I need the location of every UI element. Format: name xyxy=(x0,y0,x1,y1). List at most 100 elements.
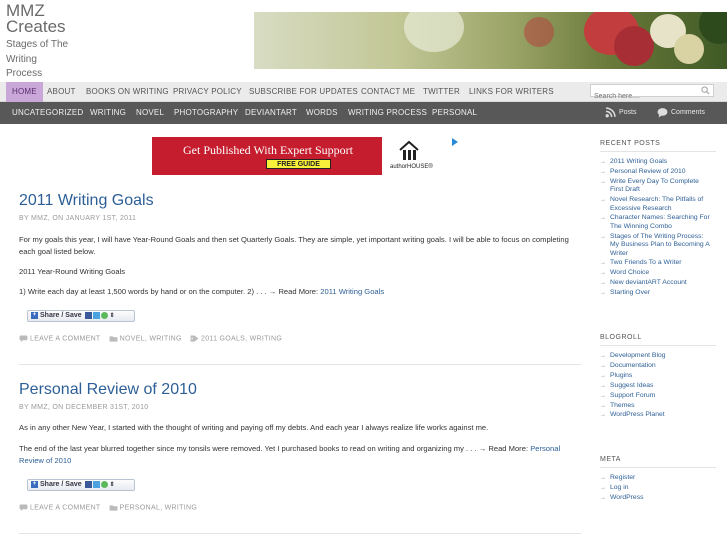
cat-uncategorized[interactable]: UNCATEGORIZED xyxy=(12,102,83,124)
cat-photography[interactable]: PHOTOGRAPHY xyxy=(174,102,238,124)
twitter-icon xyxy=(92,480,100,488)
nav-links-for-writers[interactable]: LINKS FOR WRITERS xyxy=(469,82,554,102)
leave-comment-link[interactable]: LEAVE A COMMENT xyxy=(30,504,100,511)
site-header: MMZ Creates Stages of The Writing Proces… xyxy=(6,2,116,82)
ad-brand: authorHOUSE® xyxy=(390,164,433,170)
arrow-icon: → xyxy=(600,290,606,297)
meta-link-register[interactable]: → Register xyxy=(600,474,710,482)
nav-twitter[interactable]: TWITTER xyxy=(423,82,460,102)
search-icon[interactable] xyxy=(701,86,710,95)
site-desc-line2: Writing xyxy=(6,53,37,65)
updown-icon: ⇕ xyxy=(109,482,115,488)
nav-contact-me[interactable]: CONTACT ME xyxy=(361,82,415,102)
comment-icon xyxy=(19,335,28,342)
cat-writing[interactable]: WRITING xyxy=(90,102,126,124)
search-input[interactable] xyxy=(591,91,699,102)
recent-posts-list: → 2011 Writing Goals → Personal Review of … xyxy=(600,158,710,299)
site-description: Stages of The Writing Process xyxy=(6,38,116,82)
blogroll-link[interactable]: → Documentation xyxy=(600,362,710,370)
site-name-line2[interactable]: Creates xyxy=(6,18,116,35)
blogroll-link[interactable]: → Development Blog xyxy=(600,352,710,360)
share-save-button[interactable]: + Share / Save ⇕ xyxy=(27,479,135,491)
recent-post-link[interactable]: → 2011 Writing Goals xyxy=(600,158,710,166)
nav-privacy-policy[interactable]: PRIVACY POLICY xyxy=(173,82,242,102)
meta-list: → Register → Log in → WordPress xyxy=(600,474,710,504)
post-paragraph: For my goals this year, I will have Year… xyxy=(19,235,569,256)
post-tags[interactable]: 2011 GOALS, WRITING xyxy=(201,335,282,342)
recent-post-link[interactable]: → Stages of The Writing Process: My Busin… xyxy=(600,233,710,258)
comment-icon xyxy=(19,504,28,511)
facebook-icon xyxy=(84,480,92,488)
posts-feed-label: Posts xyxy=(619,109,637,116)
meta-link-login[interactable]: → Log in xyxy=(600,484,710,492)
blogroll-list: → Development Blog → Documentation → Plugin… xyxy=(600,352,710,421)
post-divider xyxy=(19,364,581,365)
read-more-link[interactable]: 2011 Writing Goals xyxy=(320,287,384,296)
cat-writing-process[interactable]: WRITING PROCESS xyxy=(348,102,427,124)
post-categories[interactable]: PERSONAL, WRITING xyxy=(120,504,197,511)
blogroll-link[interactable]: → Support Forum xyxy=(600,392,710,400)
recent-post-link[interactable]: → Starting Over xyxy=(600,289,710,297)
arrow-icon: → xyxy=(600,475,606,481)
share-label: Share / Save xyxy=(40,481,82,488)
post-paragraph: 2011 Year-Round Writing Goals xyxy=(19,267,126,276)
recent-post-link[interactable]: → New deviantART Account xyxy=(600,279,710,287)
blogroll-link[interactable]: → Plugins xyxy=(600,372,710,380)
arrow-icon: → xyxy=(600,392,606,399)
recent-post-link[interactable]: → Novel Research: The Pitfalls of Excessi… xyxy=(600,196,710,213)
share-save-button[interactable]: + Share / Save ⇕ xyxy=(27,310,135,322)
arrow-icon: → xyxy=(600,353,606,359)
posts-feed-link[interactable]: Posts xyxy=(605,105,637,121)
share-icon xyxy=(100,480,108,488)
post-footer: LEAVE A COMMENT PERSONAL, WRITING xyxy=(19,504,197,511)
plus-icon: + xyxy=(31,311,38,319)
cat-words[interactable]: WORDS xyxy=(306,102,338,124)
comments-feed-link[interactable]: Comments xyxy=(657,105,705,121)
recent-post-link[interactable]: → Word Choice xyxy=(600,269,710,277)
blogroll-link[interactable]: → Themes xyxy=(600,402,710,410)
nav-books-on-writing[interactable]: BOOKS ON WRITING xyxy=(86,82,169,102)
post-paragraph: As in any other New Year, I started with… xyxy=(19,423,489,432)
sidebar-divider xyxy=(600,151,716,152)
post-excerpt: 1) Write each day at least 1,500 words b… xyxy=(19,286,581,298)
blogroll-heading: BLOGROLL xyxy=(600,334,642,341)
arrow-icon: → xyxy=(600,197,606,204)
ad-choices-icon[interactable] xyxy=(451,138,459,146)
arrow-icon: → xyxy=(600,494,606,501)
nav-about[interactable]: ABOUT xyxy=(47,82,76,102)
excerpt-text: The end of the last year blurred togethe… xyxy=(19,444,529,453)
arrow-icon: → xyxy=(600,233,606,240)
site-desc-line3: Process xyxy=(6,68,43,79)
nav-home[interactable]: HOME xyxy=(6,82,43,102)
cat-novel[interactable]: NOVEL xyxy=(136,102,164,124)
recent-post-link[interactable]: → Two Friends To a Writer xyxy=(600,259,710,267)
post-meta: BY MMZ, ON DECEMBER 31ST, 2010 xyxy=(19,404,149,411)
recent-post-link[interactable]: → Personal Review of 2010 xyxy=(600,168,710,176)
arrow-icon: → xyxy=(600,402,606,409)
arrow-icon: → xyxy=(600,178,606,185)
house-logo-icon xyxy=(399,140,419,160)
nav-subscribe[interactable]: SUBSCRIBE FOR UPDATES xyxy=(249,82,358,102)
arrow-icon: → xyxy=(600,168,606,175)
meta-link-wordpress[interactable]: → WordPress xyxy=(600,494,710,502)
blogroll-link[interactable]: → Suggest Ideas xyxy=(600,382,710,390)
blogroll-link[interactable]: → WordPress Planet xyxy=(600,411,710,419)
site-name[interactable]: MMZ Creates xyxy=(6,2,116,35)
arrow-icon: → xyxy=(600,159,606,165)
folder-icon xyxy=(109,505,118,511)
cat-personal[interactable]: PERSONAL xyxy=(432,102,477,124)
cat-deviantart[interactable]: DEVIANTART xyxy=(245,102,297,124)
header-banner-image xyxy=(254,12,727,69)
search-box xyxy=(590,84,714,102)
post-categories[interactable]: NOVEL, WRITING xyxy=(120,335,182,342)
ad-headline: Get Published With Expert Support xyxy=(183,143,353,157)
post-title[interactable]: Personal Review of 2010 xyxy=(19,381,197,399)
recent-post-link[interactable]: → Character Names: Searching For The Winn… xyxy=(600,214,710,231)
recent-post-link[interactable]: → Write Every Day To Complete First Draft xyxy=(600,178,710,195)
comment-bubble-icon xyxy=(657,107,668,118)
advertisement-banner[interactable]: Get Published With Expert Support FREE G… xyxy=(152,137,461,175)
arrow-icon: → xyxy=(600,280,606,287)
leave-comment-link[interactable]: LEAVE A COMMENT xyxy=(30,335,100,342)
post-excerpt: The end of the last year blurred togethe… xyxy=(19,443,581,467)
post-title[interactable]: 2011 Writing Goals xyxy=(19,192,154,210)
